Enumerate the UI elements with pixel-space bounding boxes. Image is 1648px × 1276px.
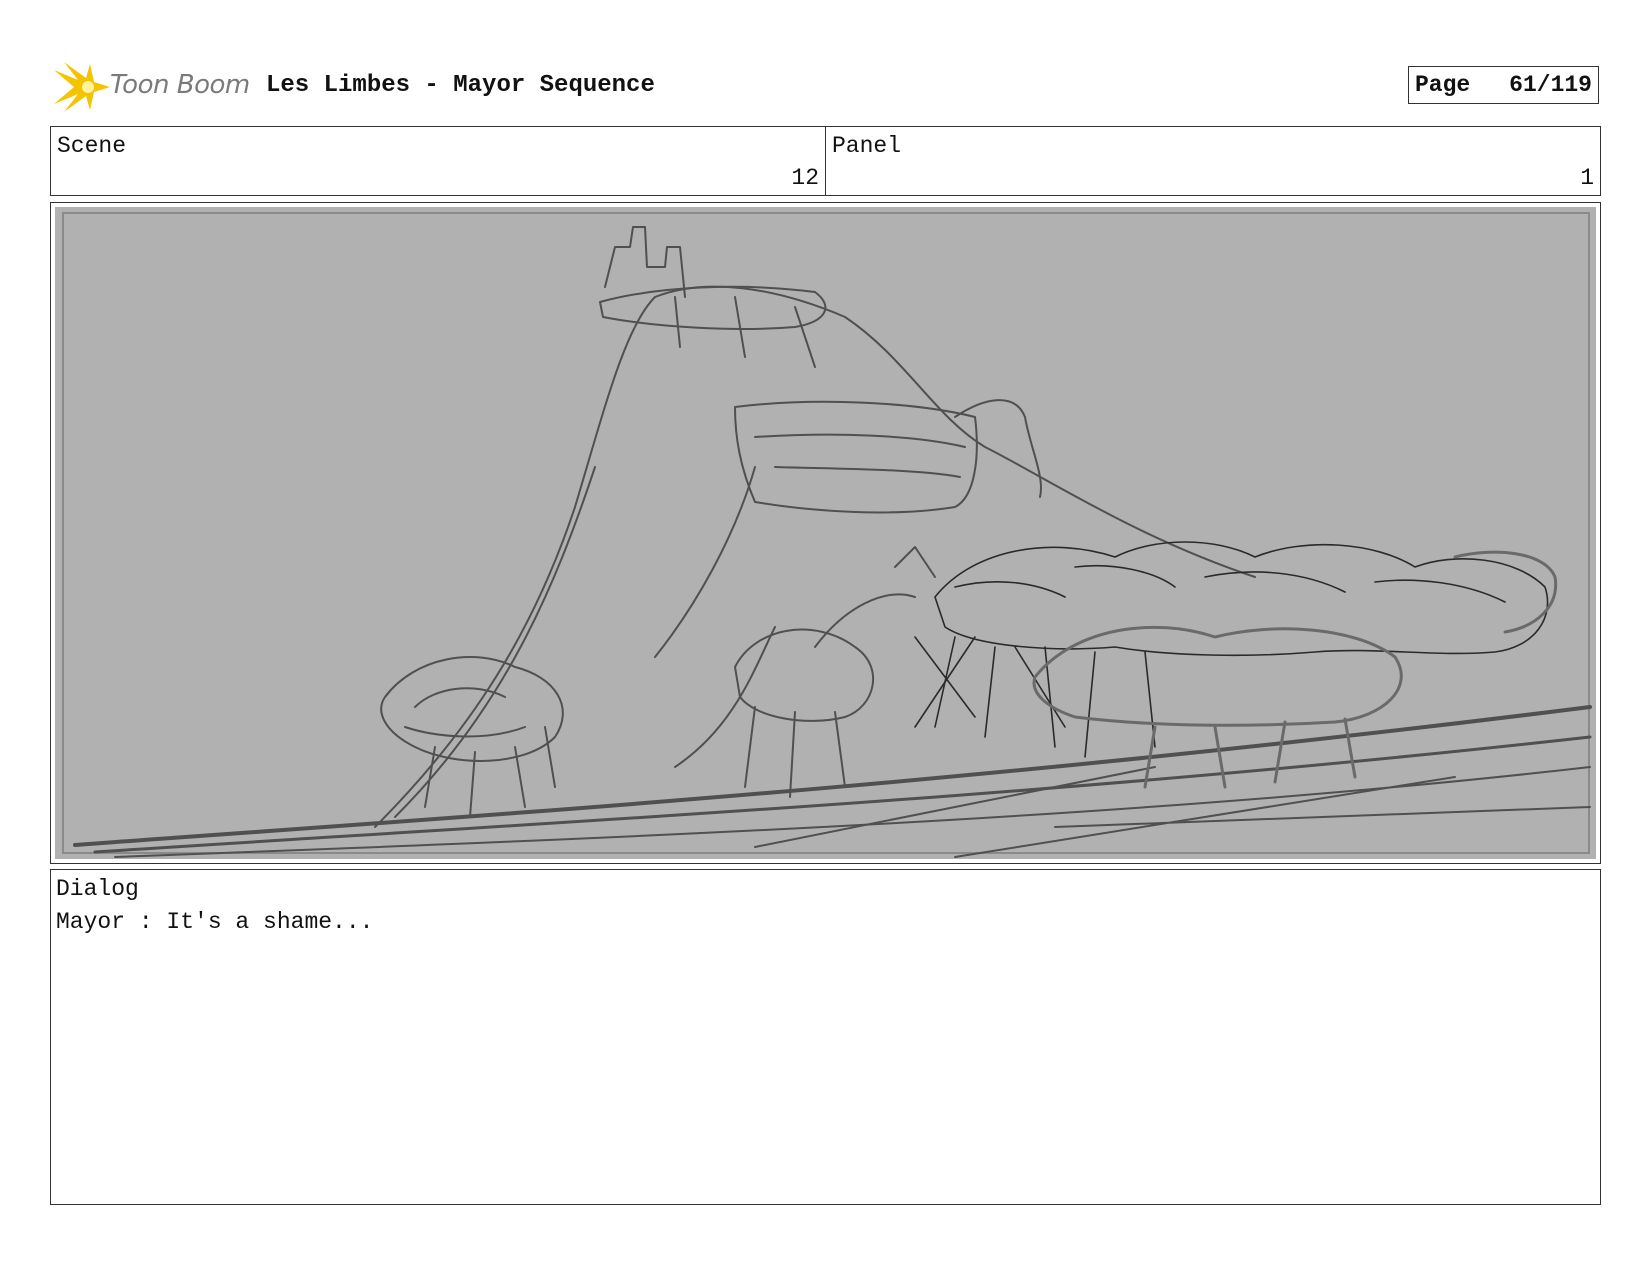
scene-cell: Scene 12: [51, 127, 825, 195]
scene-number: 12: [791, 165, 819, 191]
page-indicator: Page 61/119: [1408, 66, 1599, 104]
panel-cell: Panel 1: [825, 127, 1600, 195]
page-label: Page: [1415, 72, 1471, 98]
starburst-icon: [54, 62, 110, 112]
scene-panel-row: Scene 12 Panel 1: [50, 126, 1601, 196]
toon-boom-logo: Toon Boom: [52, 60, 252, 114]
storyboard-panel: [50, 202, 1601, 864]
panel-number: 1: [1580, 165, 1594, 191]
dialog-line: Mayor : It's a shame...: [56, 909, 374, 935]
dialog-label: Dialog: [56, 876, 139, 902]
dialog-box: Dialog Mayor : It's a shame...: [50, 869, 1601, 1205]
page-number: 61/119: [1509, 72, 1592, 98]
panel-label: Panel: [832, 133, 902, 159]
scene-label: Scene: [57, 133, 127, 159]
logo-wordmark: Toon Boom: [110, 70, 250, 100]
document-title: Les Limbes - Mayor Sequence: [266, 72, 655, 99]
sketch-image: [55, 207, 1596, 859]
